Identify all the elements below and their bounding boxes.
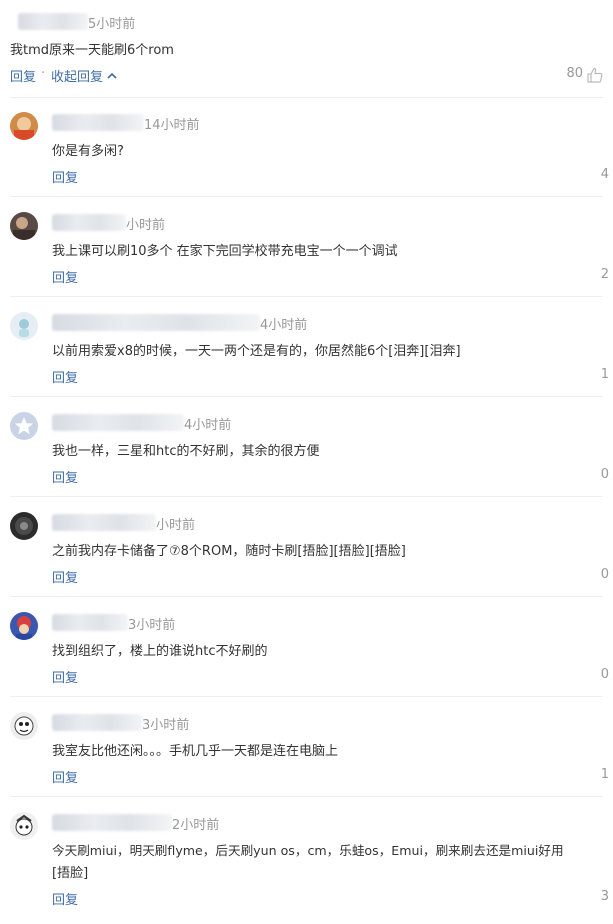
thumb-up-icon[interactable] — [587, 67, 603, 83]
reply-time: 3小时前 — [128, 618, 176, 633]
reply-time: 3小时前 — [142, 718, 190, 733]
avatar[interactable] — [10, 312, 38, 340]
avatar[interactable] — [10, 712, 38, 740]
reply-button[interactable]: 回复 — [52, 667, 78, 686]
avatar[interactable] — [10, 212, 38, 240]
reply-count: 0 — [600, 667, 609, 682]
reply-content: 你是有多闲? — [52, 144, 124, 159]
username-blurred — [52, 714, 142, 731]
username-blurred — [52, 514, 156, 531]
chevron-up-icon — [107, 72, 117, 79]
divider — [10, 496, 603, 497]
divider — [10, 296, 603, 297]
reply-time: 2小时前 — [172, 818, 220, 833]
divider — [10, 196, 603, 197]
reply-button[interactable]: 回复 — [52, 567, 78, 586]
reply-count: 0 — [600, 467, 609, 482]
reply-count: 4 — [600, 167, 609, 182]
divider — [10, 97, 603, 98]
reply-content-line2: [捂脸] — [52, 866, 89, 881]
avatar[interactable] — [10, 812, 38, 840]
reply-time: 4小时前 — [184, 418, 232, 433]
reply-count: 3 — [600, 889, 609, 904]
username-blurred — [52, 814, 172, 831]
collapse-replies-label: 收起回复 — [51, 70, 104, 85]
divider — [10, 696, 603, 697]
divider — [10, 596, 603, 597]
reply-time: 4小时前 — [260, 318, 308, 333]
collapse-replies-button[interactable]: 收起回复 — [51, 66, 117, 85]
reply-content: 我上课可以刷10多个 在家下完回学校带充电宝一个一个调试 — [52, 244, 398, 259]
reply-content: 今天刷miui，明天刷flyme，后天刷yun os，cm，乐蛙os，Emui，… — [52, 843, 564, 858]
avatar[interactable] — [10, 412, 38, 440]
reply-button[interactable]: 回复 — [10, 66, 36, 85]
username-blurred — [52, 114, 144, 131]
reply-button[interactable]: 回复 — [52, 167, 78, 186]
like-count: 80 — [566, 66, 583, 81]
reply-content: 之前我内存卡储备了⑦8个ROM，随时卡刷[捂脸][捂脸][捂脸] — [52, 544, 406, 559]
reply-count: 1 — [600, 767, 609, 782]
dot-separator: · — [41, 66, 46, 81]
username-blurred — [52, 614, 128, 631]
comment-content: 我tmd原来一天能刷6个rom — [10, 43, 174, 58]
reply-count: 0 — [600, 567, 609, 582]
username-blurred — [18, 13, 88, 30]
reply-time: 小时前 — [126, 218, 166, 233]
reply-button[interactable]: 回复 — [52, 267, 78, 286]
reply-time: 14小时前 — [144, 118, 200, 133]
reply-time: 小时前 — [156, 518, 196, 533]
username-blurred — [52, 414, 184, 431]
reply-content: 我室友比他还闲。。。手机几乎一天都是连在电脑上 — [52, 744, 339, 759]
reply-content: 找到组织了，楼上的谁说htc不好刷的 — [52, 644, 268, 659]
divider — [10, 796, 603, 797]
comment-time: 5小时前 — [88, 17, 136, 32]
avatar[interactable] — [10, 612, 38, 640]
avatar[interactable] — [10, 512, 38, 540]
reply-button[interactable]: 回复 — [52, 367, 78, 386]
reply-content: 我也一样，三星和htc的不好刷，其余的很方便 — [52, 444, 320, 459]
username-blurred — [52, 314, 260, 331]
reply-button[interactable]: 回复 — [52, 889, 78, 908]
reply-button[interactable]: 回复 — [52, 467, 78, 486]
avatar[interactable] — [10, 112, 38, 140]
reply-button[interactable]: 回复 — [52, 767, 78, 786]
reply-content: 以前用索爱x8的时候，一天一两个还是有的，你居然能6个[泪奔][泪奔] — [52, 344, 461, 359]
username-blurred — [52, 214, 126, 231]
reply-count: 2 — [600, 267, 609, 282]
divider — [10, 396, 603, 397]
reply-count: 1 — [600, 367, 609, 382]
